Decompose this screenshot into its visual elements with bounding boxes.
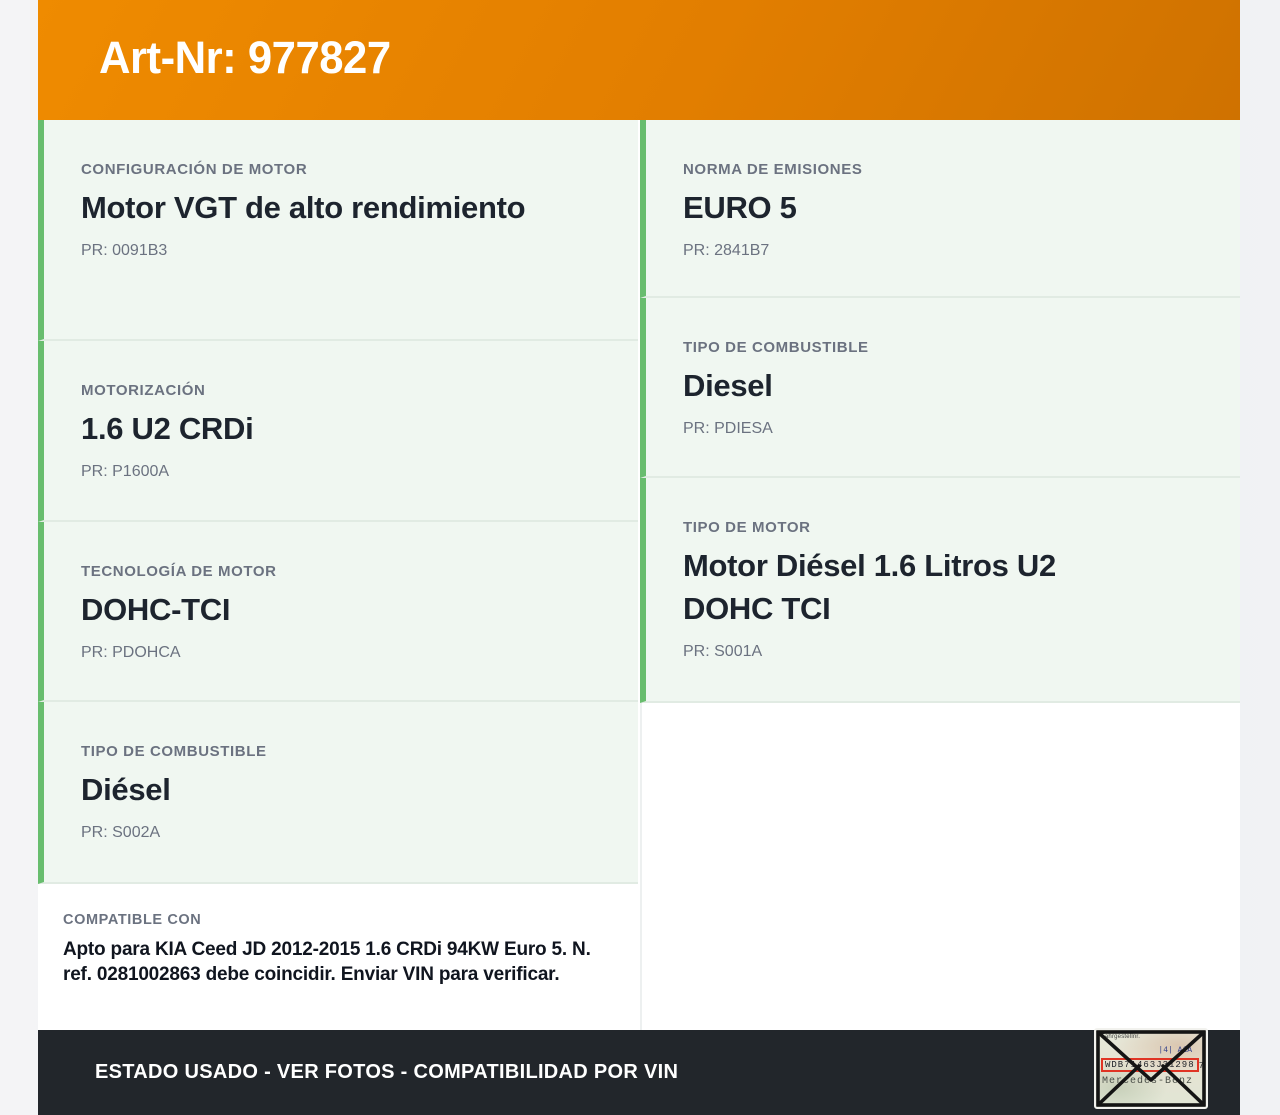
- spec-label: TECNOLOGÍA DE MOTOR: [81, 563, 277, 580]
- spec-card-engine-configuration: CONFIGURACIÓN DE MOTOR Motor VGT de alto…: [38, 120, 638, 341]
- spec-card-fuel-type-right: TIPO DE COMBUSTIBLE Diesel PR: PDIESA: [640, 298, 1240, 478]
- spec-value: DOHC-TCI: [81, 592, 231, 627]
- spec-pr-code: PR: 2841B7: [683, 241, 770, 259]
- spec-label: TIPO DE MOTOR: [683, 519, 811, 536]
- spec-pr-code: PR: PDIESA: [683, 419, 773, 437]
- spec-pr-code: PR: 0091B3: [81, 241, 168, 259]
- status-footer-bar: ESTADO USADO - VER FOTOS - COMPATIBILIDA…: [38, 1030, 1240, 1115]
- compatibility-card: COMPATIBLE CON Apto para KIA Ceed JD 201…: [38, 884, 638, 1030]
- spec-column-left: CONFIGURACIÓN DE MOTOR Motor VGT de alto…: [38, 120, 638, 1030]
- spec-pr-code: PR: S002A: [81, 823, 161, 841]
- spec-label: NORMA DE EMISIONES: [683, 161, 863, 178]
- spec-value: 1.6 U2 CRDi: [81, 411, 254, 446]
- spec-pr-code: PR: P1600A: [81, 462, 170, 480]
- compatibility-text: Apto para KIA Ceed JD 2012-2015 1.6 CRDi…: [63, 939, 591, 986]
- spec-card-engine-type: TIPO DE MOTOR Motor Diésel 1.6 Litros U2…: [640, 478, 1240, 703]
- product-spec-page: Art-Nr: 977827 CONFIGURACIÓN DE MOTOR Mo…: [0, 0, 1280, 1115]
- spec-pr-code: PR: PDOHCA: [81, 643, 181, 661]
- envelope-icon: [1096, 1030, 1206, 1107]
- spec-label: TIPO DE COMBUSTIBLE: [683, 339, 869, 356]
- compatibility-label: COMPATIBLE CON: [63, 912, 202, 928]
- article-header: Art-Nr: 977827: [38, 0, 1240, 120]
- content-container: Art-Nr: 977827 CONFIGURACIÓN DE MOTOR Mo…: [38, 0, 1240, 1115]
- spec-label: MOTORIZACIÓN: [81, 382, 206, 399]
- spec-label: TIPO DE COMBUSTIBLE: [81, 743, 267, 760]
- status-footer-text: ESTADO USADO - VER FOTOS - COMPATIBILIDA…: [95, 1061, 679, 1083]
- article-number-title: Art-Nr: 977827: [99, 32, 391, 83]
- spec-value: Motor Diésel 1.6 Litros U2 DOHC TCI: [683, 548, 1056, 626]
- spec-card-fuel-type-left: TIPO DE COMBUSTIBLE Diésel PR: S002A: [38, 702, 638, 884]
- spec-card-motorization: MOTORIZACIÓN 1.6 U2 CRDi PR: P1600A: [38, 341, 638, 522]
- spec-value: Diesel: [683, 368, 773, 403]
- spec-label: CONFIGURACIÓN DE MOTOR: [81, 161, 308, 178]
- spec-card-emission-standard: NORMA DE EMISIONES EURO 5 PR: 2841B7: [640, 120, 1240, 298]
- spec-column-right: NORMA DE EMISIONES EURO 5 PR: 2841B7 TIP…: [640, 120, 1240, 1030]
- spec-pr-code: PR: S001A: [683, 642, 763, 660]
- spec-card-engine-technology: TECNOLOGÍA DE MOTOR DOHC-TCI PR: PDOHCA: [38, 522, 638, 702]
- spec-value: EURO 5: [683, 190, 797, 225]
- spec-value: Motor VGT de alto rendimiento: [81, 190, 526, 225]
- spec-value: Diésel: [81, 772, 171, 807]
- spec-columns: CONFIGURACIÓN DE MOTOR Motor VGT de alto…: [38, 120, 1240, 1030]
- empty-area: [640, 703, 1240, 1030]
- vin-document-image: Fahrgestellnr. |4| AiA WDB71463J31298 7 …: [1094, 1028, 1208, 1109]
